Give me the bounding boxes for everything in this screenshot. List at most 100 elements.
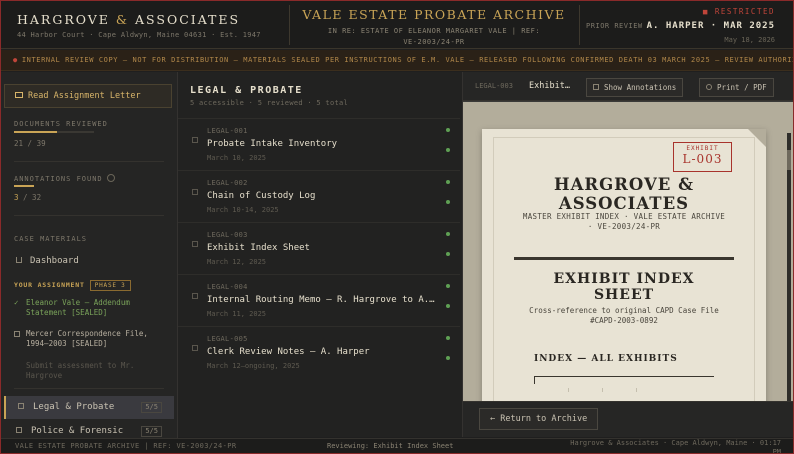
doc-title: Exhibit Index Sheet	[207, 243, 310, 253]
page-canvas: EXHIBIT L-003 HARGROVE & ASSOCIATES MASTE…	[463, 102, 793, 401]
doc-title: Probate Intake Inventory	[207, 139, 338, 149]
list-item[interactable]: LEGAL-002 Chain of Custody Log March 10-…	[178, 170, 460, 222]
archive-title: VALE ESTATE PROBATE ARCHIVE	[302, 7, 566, 22]
task-submit-assessment: Submit assessment to Mr. Hargrove	[26, 361, 135, 380]
header-date: May 18, 2026	[724, 36, 775, 44]
list-subtitle: 5 accessible · 5 reviewed · 5 total	[190, 99, 349, 107]
count-badge: 5/5	[141, 402, 162, 413]
checkbox-icon	[192, 137, 198, 143]
list-title: LEGAL & PROBATE	[190, 85, 303, 96]
documents-progress-bar	[14, 131, 94, 133]
page-title: EXHIBIT INDEX SHEET	[553, 271, 695, 303]
exhibit-stamp: EXHIBIT L-003	[673, 142, 732, 172]
firm-name: HARGROVE & ASSOCIATES	[17, 12, 241, 27]
checkbox-icon	[14, 331, 20, 337]
firm-address: 44 Harbor Court · Cape Aldwyn, Maine 046…	[17, 31, 261, 39]
checkbox-icon	[192, 241, 198, 247]
page-firm-subtitle: MASTER EXHIBIT INDEX · VALE ESTATE ARCHI…	[522, 212, 726, 231]
status-dot-icon	[446, 180, 450, 184]
doc-title: Clerk Review Notes — A. Harper	[207, 347, 370, 357]
divider	[14, 215, 164, 216]
doc-code: LEGAL-003	[207, 231, 248, 239]
annotations-icon	[593, 84, 599, 90]
check-icon: ✓	[14, 298, 19, 307]
annotations-progress-bar	[14, 185, 34, 187]
header-divider	[579, 5, 580, 45]
doc-date: March 11, 2025	[207, 310, 267, 318]
viewer-toolbar: LEGAL-003 Exhibit Index Sheet Show Annot…	[463, 72, 793, 101]
document-list: LEGAL & PROBATE 5 accessible · 5 reviewe…	[178, 72, 463, 401]
annotations-label: ANNOTATIONS FOUND	[14, 174, 115, 183]
app-window: HARGROVE & ASSOCIATES 44 Harbor Court · …	[0, 0, 794, 454]
page-index-heading: INDEX — ALL EXHIBITS	[534, 354, 678, 364]
footer-reviewing: Reviewing: Exhibit Index Sheet	[327, 442, 454, 450]
sidebar-item-police-forensic[interactable]: Police & Forensic 5/5	[4, 420, 174, 439]
return-to-archive-button[interactable]: ← Return to Archive	[479, 408, 599, 430]
restricted-badge: ■ RESTRICTED	[702, 7, 775, 16]
doc-date: March 12–ongoing, 2025	[207, 362, 300, 370]
print-icon	[706, 84, 712, 90]
doc-title: Chain of Custody Log	[207, 191, 316, 201]
status-dot-icon	[446, 284, 450, 288]
doc-title: Internal Routing Memo — R. Hargrove to A…	[207, 295, 439, 305]
page-index-table	[534, 376, 714, 392]
home-icon	[16, 257, 22, 263]
footer-reference: VALE ESTATE PROBATE ARCHIVE | REF: VE-20…	[15, 442, 237, 450]
list-footer	[178, 401, 463, 437]
documents-progress-fill	[14, 131, 58, 133]
divider	[14, 388, 164, 389]
checkbox-icon	[192, 189, 198, 195]
doc-code: LEGAL-001	[207, 127, 248, 135]
status-dot-icon	[446, 356, 450, 360]
sidebar-item-legal-probate[interactable]: Legal & Probate 5/5	[4, 396, 174, 419]
doc-code: LEGAL-005	[207, 335, 248, 343]
list-item[interactable]: LEGAL-005 Clerk Review Notes — A. Harper…	[178, 326, 460, 378]
phase-badge: PHASE 3	[89, 280, 131, 291]
count-badge: 5/5	[141, 426, 162, 437]
case-materials-label: CASE MATERIALS	[14, 235, 88, 243]
doc-code: LEGAL-002	[207, 179, 248, 187]
envelope-icon	[15, 92, 23, 98]
archive-subtitle: IN RE: ESTATE OF ELEANOR MARGARET VALE |…	[327, 27, 541, 46]
status-dot-icon	[446, 232, 450, 236]
checkbox-icon	[192, 345, 198, 351]
doc-date: March 12, 2025	[207, 258, 267, 266]
list-item[interactable]: LEGAL-003 Exhibit Index Sheet March 12, …	[178, 222, 460, 274]
document-viewer: LEGAL-003 Exhibit Index Sheet Show Annot…	[463, 72, 793, 401]
status-dot-icon	[446, 304, 450, 308]
viewer-scrollbar-thumb[interactable]	[787, 150, 791, 170]
distribution-banner: ● INTERNAL REVIEW COPY — NOT FOR DISTRIBU…	[1, 50, 793, 71]
status-dot-icon	[446, 252, 450, 256]
doc-code: LEGAL-004	[207, 283, 248, 291]
sidebar: Read Assignment Letter DOCUMENTS REVIEWE…	[1, 72, 178, 439]
page-subtitle: Cross-reference to original CAPD Case Fi…	[529, 306, 719, 325]
warning-dot-icon: ●	[13, 56, 18, 64]
print-pdf-button[interactable]: Print / PDF	[699, 78, 774, 97]
folder-icon	[18, 403, 24, 409]
sidebar-item-dashboard[interactable]: Dashboard	[14, 256, 79, 266]
info-icon[interactable]	[106, 174, 115, 182]
document-page: EXHIBIT L-003 HARGROVE & ASSOCIATES MASTE…	[482, 129, 766, 401]
viewer-doc-code: LEGAL-003	[475, 82, 513, 90]
viewer-scrollbar[interactable]	[787, 133, 791, 401]
annotations-progress-fill	[14, 185, 34, 187]
doc-date: March 10, 2025	[207, 154, 267, 162]
folder-icon	[16, 427, 22, 433]
status-dot-icon	[446, 148, 450, 152]
footer-location-time: Hargrove & Associates · Cape Aldwyn, Mai…	[570, 439, 781, 454]
show-annotations-button[interactable]: Show Annotations	[586, 78, 684, 97]
doc-date: March 10-14, 2025	[207, 206, 279, 214]
page-firm-name: HARGROVE & ASSOCIATES	[553, 175, 694, 213]
task-mercer-correspondence[interactable]: Mercer Correspondence File, 1994–2003 [S…	[14, 329, 164, 349]
documents-reviewed-label: DOCUMENTS REVIEWED	[14, 120, 108, 128]
list-item[interactable]: LEGAL-001 Probate Intake Inventory March…	[178, 118, 460, 170]
viewer-footer: ← Return to Archive	[463, 401, 793, 437]
task-addendum-statement[interactable]: ✓ Eleanor Vale — Addendum Statement [SEAL…	[14, 298, 164, 318]
read-assignment-button[interactable]: Read Assignment Letter	[4, 84, 172, 108]
status-dot-icon	[446, 336, 450, 340]
status-bar: VALE ESTATE PROBATE ARCHIVE | REF: VE-20…	[1, 438, 793, 454]
divider	[14, 161, 164, 162]
list-item[interactable]: LEGAL-004 Internal Routing Memo — R. Har…	[178, 274, 460, 326]
annotations-value: 3 / 32	[14, 193, 42, 202]
checkbox-icon	[192, 293, 198, 299]
